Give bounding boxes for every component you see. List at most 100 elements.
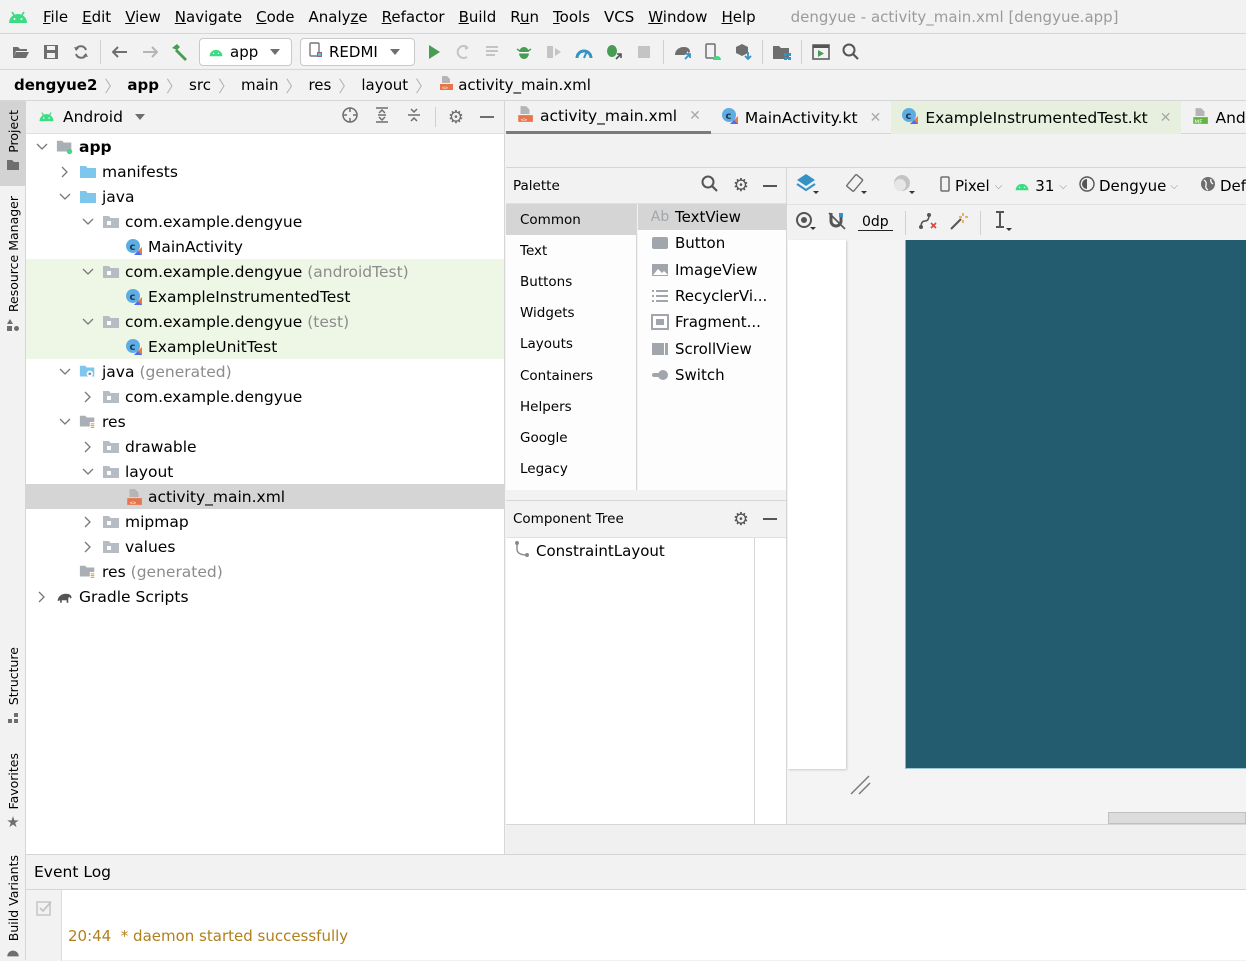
device-manager-icon[interactable]	[808, 39, 834, 65]
chevron-down-icon[interactable]	[34, 139, 50, 155]
menu-window[interactable]: Window	[641, 8, 714, 26]
tree-item[interactable]: drawable	[26, 434, 504, 459]
chevron-down-icon[interactable]	[57, 364, 73, 380]
editor-tab[interactable]: <> activity_main.xml ✕	[506, 101, 711, 134]
device-preview[interactable]	[905, 240, 1246, 769]
tree-item[interactable]: values	[26, 534, 504, 559]
palette-category[interactable]: Legacy	[506, 454, 636, 485]
chevron-down-icon[interactable]	[134, 114, 145, 120]
gear-icon[interactable]: ⚙	[733, 509, 749, 530]
apply-code-changes-icon[interactable]	[481, 39, 507, 65]
tree-item[interactable]: mipmap	[26, 509, 504, 534]
tree-item[interactable]: manifests	[26, 159, 504, 184]
collapse-all-icon[interactable]	[405, 106, 423, 128]
locate-file-icon[interactable]	[341, 106, 359, 128]
expand-all-icon[interactable]	[373, 106, 391, 128]
design-canvas[interactable]	[787, 240, 1246, 824]
palette-category[interactable]: Containers	[506, 360, 636, 391]
sdk-manager-icon[interactable]	[730, 39, 756, 65]
tree-item[interactable]: c ExampleUnitTest	[26, 334, 504, 359]
horizontal-scrollbar[interactable]	[1108, 812, 1246, 824]
profile-coverage-icon[interactable]	[541, 39, 567, 65]
apply-changes-restart-icon[interactable]	[451, 39, 477, 65]
build-variants-tool-tab[interactable]: Build Variants	[0, 851, 26, 960]
orientation-icon[interactable]	[840, 173, 872, 199]
chevron-right-icon[interactable]	[80, 514, 96, 530]
chevron-right-icon[interactable]	[80, 539, 96, 555]
chevron-down-icon[interactable]	[80, 464, 96, 480]
palette-category[interactable]: Google	[506, 422, 636, 453]
menu-navigate[interactable]: Navigate	[168, 8, 249, 26]
design-surface-layers-icon[interactable]	[792, 173, 824, 199]
tree-item[interactable]: Gradle Scripts	[26, 584, 504, 609]
attach-debugger-icon[interactable]	[601, 39, 627, 65]
breadcrumb-file[interactable]: <> activity_main.xml	[438, 75, 591, 95]
resource-manager-tool-tab[interactable]: Resource Manager	[0, 196, 26, 341]
make-project-hammer-icon[interactable]	[167, 39, 193, 65]
breadcrumb-project[interactable]: dengyue2	[14, 76, 97, 94]
palette-category[interactable]: Buttons	[506, 266, 636, 297]
chevron-right-icon[interactable]	[80, 389, 96, 405]
tree-item[interactable]: com.example.dengyue	[26, 384, 504, 409]
close-tab-icon[interactable]: ✕	[870, 110, 882, 126]
resize-handle-icon[interactable]	[849, 774, 873, 802]
infer-constraints-wand-icon[interactable]	[946, 211, 972, 235]
menu-tools[interactable]: Tools	[546, 8, 597, 26]
device-select[interactable]: REDMI	[300, 37, 415, 66]
minimize-icon[interactable]	[763, 518, 777, 520]
palette-category[interactable]: Helpers	[506, 391, 636, 422]
minimize-icon[interactable]	[763, 184, 777, 187]
palette-item[interactable]: Switch	[638, 362, 786, 388]
palette-category[interactable]: Common	[506, 204, 636, 236]
theme-picker[interactable]: Dengyue ⌵	[1075, 176, 1182, 196]
menu-help[interactable]: Help	[714, 8, 762, 26]
view-options-eye-icon[interactable]	[792, 211, 820, 235]
project-view-select[interactable]: Android	[63, 108, 123, 126]
chevron-down-icon[interactable]	[57, 189, 73, 205]
forward-button[interactable]	[137, 39, 163, 65]
chevron-right-icon[interactable]	[57, 164, 73, 180]
tree-item[interactable]: java (generated)	[26, 359, 504, 384]
search-icon[interactable]	[701, 175, 719, 197]
search-icon[interactable]	[838, 39, 864, 65]
breadcrumb-src[interactable]: src	[189, 76, 211, 94]
sync-button[interactable]	[68, 39, 94, 65]
mark-all-read-checkbox-icon[interactable]	[36, 900, 52, 920]
tree-item[interactable]: java	[26, 184, 504, 209]
back-button[interactable]	[107, 39, 133, 65]
minimize-icon[interactable]	[480, 116, 494, 118]
tree-item[interactable]: com.example.dengyue	[26, 209, 504, 234]
palette-category[interactable]: Widgets	[506, 298, 636, 329]
tree-item[interactable]: layout	[26, 459, 504, 484]
menu-code[interactable]: Code	[249, 8, 301, 26]
run-button[interactable]	[421, 39, 447, 65]
guidelines-icon[interactable]	[989, 210, 1017, 236]
night-mode-icon[interactable]	[888, 173, 920, 199]
editor-tab[interactable]: MF AndroidM	[1181, 101, 1246, 134]
blueprint-preview[interactable]	[788, 240, 846, 769]
menu-build[interactable]: Build	[452, 8, 504, 26]
tree-item[interactable]: com.example.dengyue (androidTest)	[26, 259, 504, 284]
autoconnect-magnet-icon[interactable]	[824, 211, 850, 235]
tree-item[interactable]: app	[26, 134, 504, 159]
chevron-down-icon[interactable]	[57, 414, 73, 430]
run-config-select[interactable]: app	[199, 37, 292, 66]
breadcrumb-res[interactable]: res	[308, 76, 331, 94]
favorites-tool-tab[interactable]: Favorites ★	[0, 746, 26, 831]
editor-tab[interactable]: c ExampleInstrumentedTest.kt ✕	[891, 101, 1182, 134]
editor-tab[interactable]: c MainActivity.kt ✕	[711, 101, 891, 134]
palette-category[interactable]: Text	[506, 235, 636, 266]
breadcrumb-layout[interactable]: layout	[361, 76, 408, 94]
structure-tool-tab[interactable]: Structure	[0, 641, 26, 726]
project-structure-icon[interactable]	[769, 39, 795, 65]
menu-vcs[interactable]: VCS	[597, 8, 641, 26]
menu-analyze[interactable]: Analyze	[302, 8, 375, 26]
api-level-picker[interactable]: 31 ⌵	[1010, 177, 1071, 195]
palette-item[interactable]: Button	[638, 230, 786, 256]
palette-item[interactable]: RecyclerVi...	[638, 283, 786, 309]
chevron-right-icon[interactable]	[34, 589, 50, 605]
palette-item[interactable]: ScrollView	[638, 335, 786, 361]
sync-gradle-elephant-icon[interactable]	[670, 39, 696, 65]
locale-picker[interactable]: Default	[1198, 176, 1246, 196]
profiler-gauge-icon[interactable]	[571, 39, 597, 65]
